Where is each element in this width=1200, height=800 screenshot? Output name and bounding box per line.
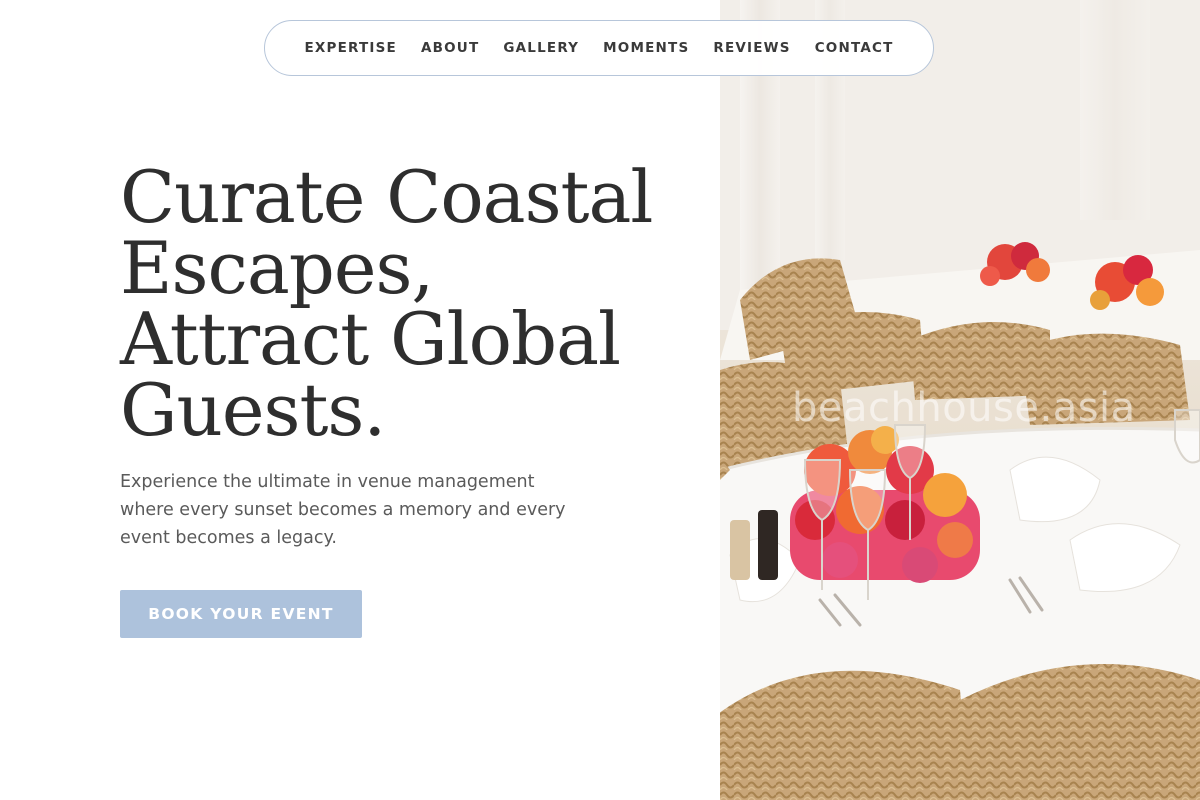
hero-headline: Curate Coastal Escapes, Attract Global G… xyxy=(120,155,680,452)
nav-item-moments[interactable]: MOMENTS xyxy=(603,40,689,56)
watermark-text: beachhouse.asia xyxy=(792,385,1136,431)
headline-line: Attract Global xyxy=(120,297,621,381)
nav-item-expertise[interactable]: EXPERTISE xyxy=(304,40,397,56)
headline-line: Curate Coastal xyxy=(120,155,653,239)
headline-line: Escapes, xyxy=(120,226,434,310)
nav-item-gallery[interactable]: GALLERY xyxy=(503,40,579,56)
nav-item-reviews[interactable]: REVIEWS xyxy=(713,40,790,56)
nav-item-about[interactable]: ABOUT xyxy=(421,40,479,56)
book-event-button[interactable]: BOOK YOUR EVENT xyxy=(120,590,362,638)
hero-section: Curate Coastal Escapes, Attract Global G… xyxy=(120,155,680,552)
main-nav: EXPERTISE ABOUT GALLERY MOMENTS REVIEWS … xyxy=(264,20,934,76)
nav-item-contact[interactable]: CONTACT xyxy=(815,40,894,56)
headline-line: Guests. xyxy=(120,368,386,452)
hero-subtitle: Experience the ultimate in venue managem… xyxy=(120,472,566,548)
hero-photo: beachhouse.asia xyxy=(720,0,1200,800)
